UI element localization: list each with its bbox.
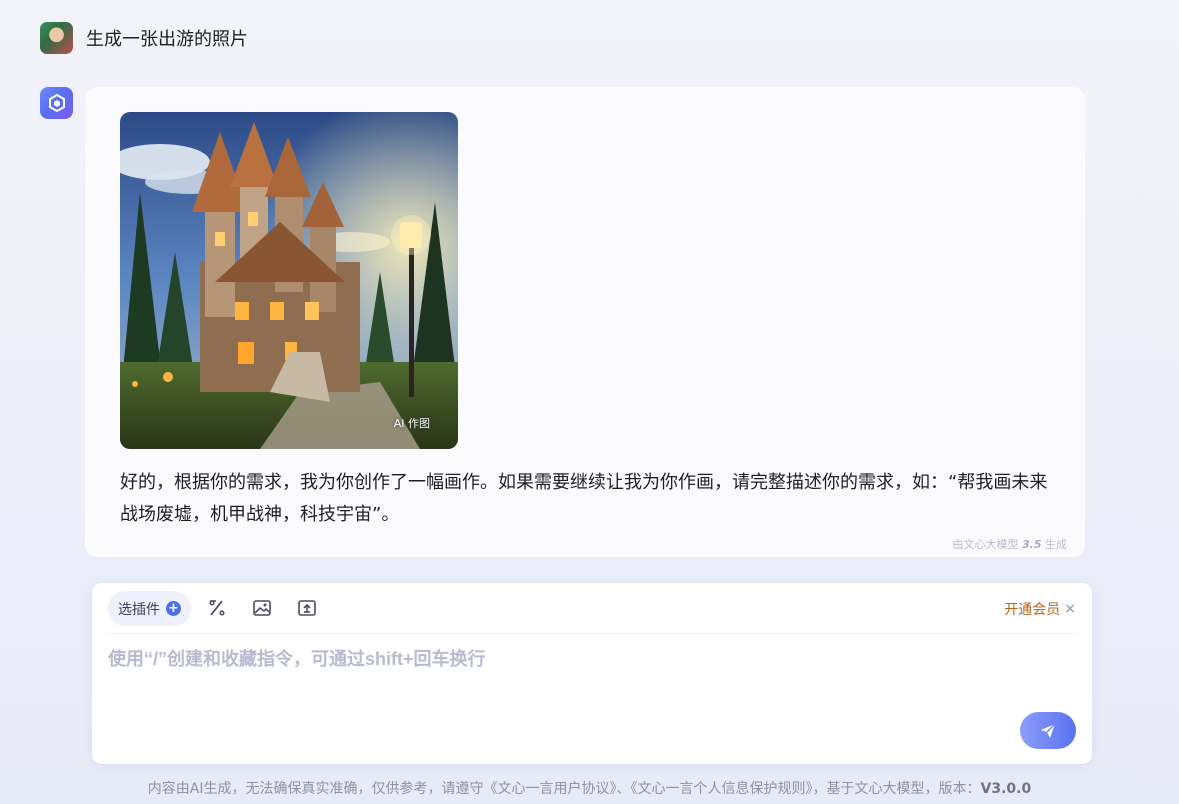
- footer-disclaimer: 内容由AI生成，无法确保真实准确，仅供参考，请遵守《文心一言用户协议》、《文心一…: [147, 781, 1032, 797]
- cube-logo-icon: [48, 93, 65, 113]
- model-note: 由文心大模型 3.5 生成: [952, 538, 1068, 551]
- user-message-row: 生成一张出游的照片: [40, 22, 248, 54]
- close-icon[interactable]: ×: [1064, 601, 1076, 617]
- send-icon: [1041, 723, 1056, 738]
- generated-image[interactable]: AI 作图: [120, 112, 458, 449]
- version-label: V3.0.0: [980, 781, 1032, 797]
- vip-label: 开通会员: [1004, 602, 1061, 618]
- select-plugin-button[interactable]: 选插件 +: [108, 591, 191, 626]
- prompt-input[interactable]: [108, 649, 1008, 670]
- send-button[interactable]: [1020, 712, 1076, 749]
- image-icon[interactable]: [251, 597, 273, 619]
- command-slash-icon[interactable]: [206, 597, 228, 619]
- chat-page: 生成一张出游的照片 AI 作图 好的，根据你的需求，我为你创作了一幅画作。如果需…: [0, 0, 1179, 804]
- bot-avatar: [40, 87, 73, 119]
- user-message: 生成一张出游的照片: [86, 29, 248, 50]
- input-toolbar: 选插件 + 开通会员 ×: [108, 591, 1076, 634]
- input-box: 选插件 + 开通会员 × 使用“/”创建和收藏指令，可通过shift+回车换行: [92, 583, 1092, 764]
- plus-icon: +: [166, 601, 181, 616]
- upload-file-icon[interactable]: [296, 597, 318, 619]
- answer-card: AI 作图 好的，根据你的需求，我为你创作了一幅画作。如果需要继续让我为你作画，…: [85, 87, 1085, 557]
- plugin-label: 选插件: [118, 601, 160, 618]
- ai-image-badge: AI 作图: [393, 417, 430, 430]
- open-vip-link[interactable]: 开通会员 ×: [1004, 599, 1076, 619]
- user-avatar[interactable]: [40, 22, 73, 54]
- castle-illustration: [120, 112, 458, 449]
- answer-text: 好的，根据你的需求，我为你创作了一幅画作。如果需要继续让我为你作画，请完整描述你…: [120, 472, 1048, 525]
